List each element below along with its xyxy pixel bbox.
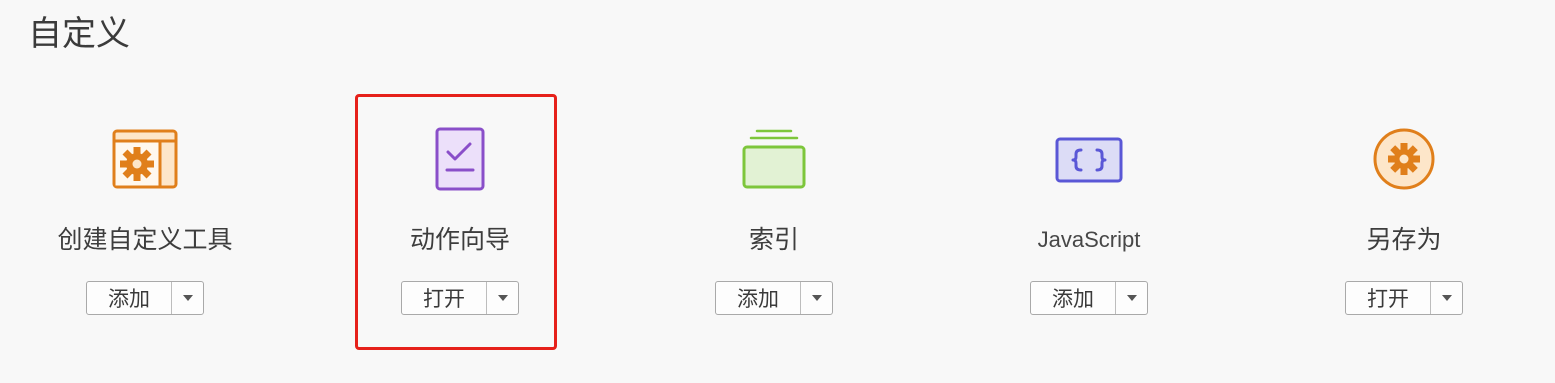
- tool-label: JavaScript: [1037, 227, 1141, 252]
- custom-tool-gear-icon[interactable]: [110, 126, 180, 192]
- tool-action-wizard: 动作向导 打开: [340, 0, 580, 383]
- chevron-down-icon: [1441, 295, 1452, 301]
- chevron-down-icon: [497, 295, 508, 301]
- dropdown-button[interactable]: [172, 282, 203, 314]
- tool-label: 索引: [748, 225, 799, 254]
- add-split-button: 添加: [715, 281, 833, 315]
- save-as-gear-icon[interactable]: [1369, 126, 1439, 192]
- index-stack-icon[interactable]: [739, 126, 809, 192]
- tool-create-custom-tool: 创建自定义工具 添加: [25, 0, 265, 383]
- tool-label: 动作向导: [409, 225, 510, 254]
- dropdown-button[interactable]: [487, 282, 518, 314]
- add-split-button: 添加: [1030, 281, 1148, 315]
- tool-label: 另存为: [1366, 225, 1442, 254]
- chevron-down-icon: [1126, 295, 1137, 301]
- dropdown-button[interactable]: [801, 282, 832, 314]
- chevron-down-icon: [182, 295, 193, 301]
- tool-save-as: 另存为 打开: [1284, 0, 1524, 383]
- tool-index: 索引 添加: [654, 0, 894, 383]
- add-button[interactable]: 添加: [87, 282, 172, 314]
- dropdown-button[interactable]: [1431, 282, 1462, 314]
- open-button[interactable]: 打开: [402, 282, 487, 314]
- open-split-button: 打开: [1345, 281, 1463, 315]
- dropdown-button[interactable]: [1116, 282, 1147, 314]
- action-wizard-checklist-icon[interactable]: [425, 126, 495, 192]
- customize-panel: 自定义 创建自定义工具 添加 动作向导 打开 索引 添加 JavaScript …: [0, 0, 1555, 383]
- javascript-braces-icon[interactable]: [1054, 126, 1124, 192]
- chevron-down-icon: [811, 295, 822, 301]
- add-split-button: 添加: [86, 281, 204, 315]
- add-button[interactable]: 添加: [716, 282, 801, 314]
- open-button[interactable]: 打开: [1346, 282, 1431, 314]
- tool-javascript: JavaScript 添加: [969, 0, 1209, 383]
- open-split-button: 打开: [401, 281, 519, 315]
- tool-label: 创建自定义工具: [57, 225, 233, 254]
- add-button[interactable]: 添加: [1031, 282, 1116, 314]
